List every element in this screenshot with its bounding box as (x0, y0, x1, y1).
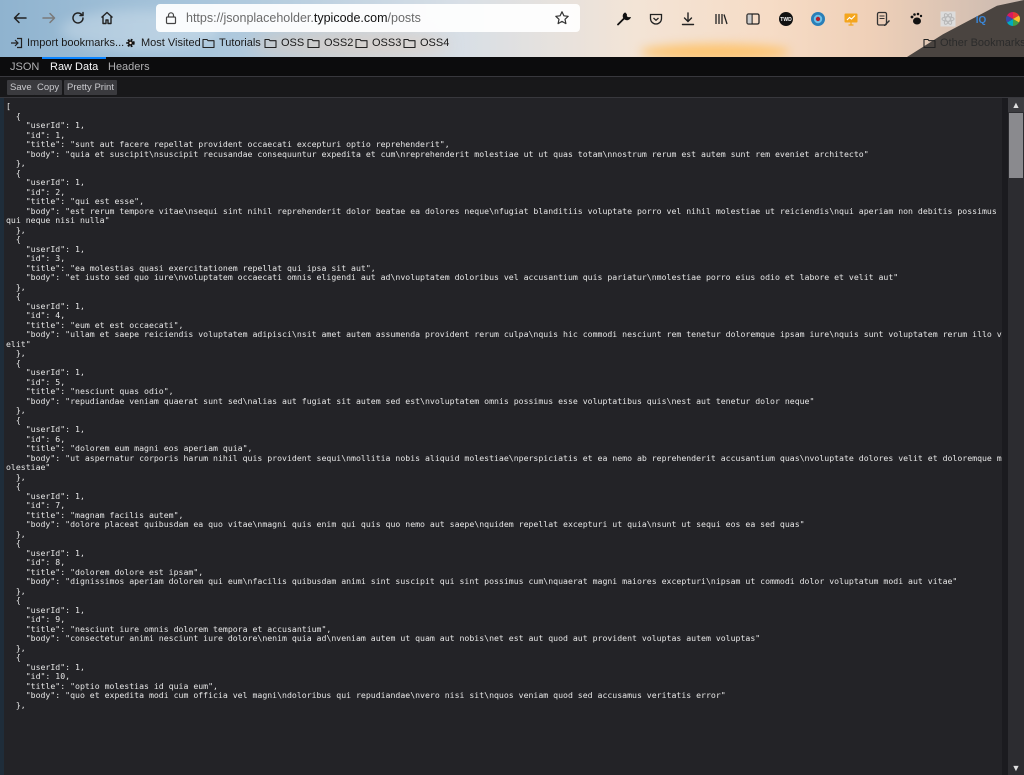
bookmark-folder-oss3[interactable]: OSS3 (355, 37, 401, 49)
browser-chrome: https://jsonplaceholder.typicode.com/pos… (0, 0, 1024, 57)
notes-extension-button[interactable] (872, 8, 894, 30)
folder-icon (403, 38, 416, 49)
vertical-scrollbar[interactable]: ▲ ▼ (1008, 98, 1024, 775)
extension-toolbar: TWD IQ (612, 8, 1024, 30)
wrench-button[interactable] (612, 8, 634, 30)
presentation-extension-button[interactable] (840, 8, 862, 30)
tab-label: Raw Data (50, 61, 99, 73)
bookmark-folder-oss2[interactable]: OSS2 (307, 37, 353, 49)
back-button[interactable] (8, 6, 32, 30)
raw-data-panel: [ { "userId": 1, "id": 1, "title": "sunt… (0, 98, 1008, 775)
folder-icon (307, 38, 320, 49)
url-scheme: https://jsonplaceholder. (186, 11, 314, 25)
download-icon (681, 12, 695, 26)
color-wheel-extension-button[interactable] (1002, 8, 1024, 30)
sidebar-button[interactable] (742, 8, 764, 30)
pretty-print-button[interactable]: Pretty Print (64, 80, 117, 95)
save-button[interactable]: Save (7, 80, 35, 95)
bookmark-folder-oss[interactable]: OSS (264, 37, 304, 49)
folder-icon (923, 38, 936, 49)
viewer-tab-bar: JSON Raw Data Headers (0, 57, 1024, 77)
folder-icon (264, 38, 277, 49)
tab-label: Headers (108, 61, 150, 73)
reload-icon (72, 11, 84, 24)
iq-extension-icon: IQ (975, 15, 986, 26)
reload-button[interactable] (66, 6, 90, 30)
bookmark-label: Other Bookmarks (940, 37, 1024, 49)
forward-button[interactable] (37, 6, 61, 30)
bookmark-label: OSS (281, 37, 305, 49)
gear-icon (126, 38, 135, 48)
panel-edge (0, 98, 4, 775)
globe-extension-button[interactable] (807, 8, 829, 30)
scroll-down-button[interactable]: ▼ (1008, 761, 1024, 775)
lock-icon (165, 12, 177, 25)
tab-label: JSON (10, 61, 40, 73)
twd-extension-button[interactable]: TWD (775, 8, 797, 30)
bookmarks-toolbar: Import bookmarks... Most Visited Tutoria… (0, 35, 1024, 55)
navigation-toolbar: https://jsonplaceholder.typicode.com/pos… (0, 3, 1024, 33)
paw-extension-button[interactable] (905, 8, 927, 30)
url-text[interactable]: https://jsonplaceholder.typicode.com/pos… (186, 11, 421, 25)
folder-icon (202, 38, 215, 49)
bookmark-label: Most Visited (141, 37, 201, 49)
presentation-extension-icon (844, 13, 857, 26)
notes-extension-icon (876, 11, 890, 26)
url-host: typicode.com (313, 11, 388, 25)
sidebar-icon (746, 13, 760, 25)
bookmark-label: OSS3 (372, 37, 402, 49)
color-wheel-extension-icon (1006, 12, 1020, 26)
svg-text:IQ: IQ (975, 15, 986, 26)
scrollbar-thumb[interactable] (1009, 113, 1023, 178)
raw-json-text[interactable]: [ { "userId": 1, "id": 1, "title": "sunt… (6, 101, 1002, 710)
bookmark-label: Import bookmarks... (27, 37, 125, 49)
bookmark-star-icon[interactable] (554, 10, 570, 26)
tab-headers[interactable]: Headers (100, 57, 158, 77)
chevron-up-icon: ▲ (1011, 100, 1021, 110)
react-extension-button[interactable] (937, 8, 959, 30)
pocket-button[interactable] (645, 8, 667, 30)
home-icon (101, 11, 113, 25)
home-button[interactable] (95, 6, 119, 30)
import-icon (11, 37, 23, 49)
pocket-icon (649, 13, 662, 25)
bookmark-most-visited[interactable]: Most Visited (124, 37, 201, 49)
scroll-up-button[interactable]: ▲ (1008, 98, 1024, 112)
copy-button[interactable]: Copy (34, 80, 63, 95)
tab-json[interactable]: JSON (2, 57, 47, 77)
twd-extension-icon: TWD (778, 12, 793, 26)
url-path: /posts (387, 11, 421, 25)
react-extension-icon (940, 11, 956, 27)
downloads-button[interactable] (677, 8, 699, 30)
bookmark-label: Tutorials (219, 37, 261, 49)
back-icon (13, 12, 27, 24)
chevron-down-icon: ▼ (1011, 763, 1021, 773)
library-button[interactable] (710, 8, 732, 30)
svg-text:TWD: TWD (780, 17, 792, 23)
raw-data-toolbar: Save Copy Pretty Print (0, 77, 1024, 98)
bookmark-folder-other[interactable]: Other Bookmarks (923, 37, 1024, 49)
wrench-icon (617, 12, 631, 26)
bookmark-folder-tutorials[interactable]: Tutorials (202, 37, 261, 49)
forward-icon (42, 12, 56, 24)
bookmark-import[interactable]: Import bookmarks... (10, 37, 124, 49)
tab-raw-data[interactable]: Raw Data (42, 57, 107, 77)
iq-extension-button[interactable]: IQ (970, 8, 992, 30)
library-icon (714, 14, 728, 25)
bookmark-label: OSS4 (420, 37, 450, 49)
url-bar[interactable]: https://jsonplaceholder.typicode.com/pos… (156, 4, 580, 32)
bookmark-label: OSS2 (324, 37, 354, 49)
folder-icon (355, 38, 368, 49)
bookmark-folder-oss4[interactable]: OSS4 (403, 37, 449, 49)
globe-extension-icon (811, 12, 825, 26)
paw-extension-icon (910, 12, 922, 25)
